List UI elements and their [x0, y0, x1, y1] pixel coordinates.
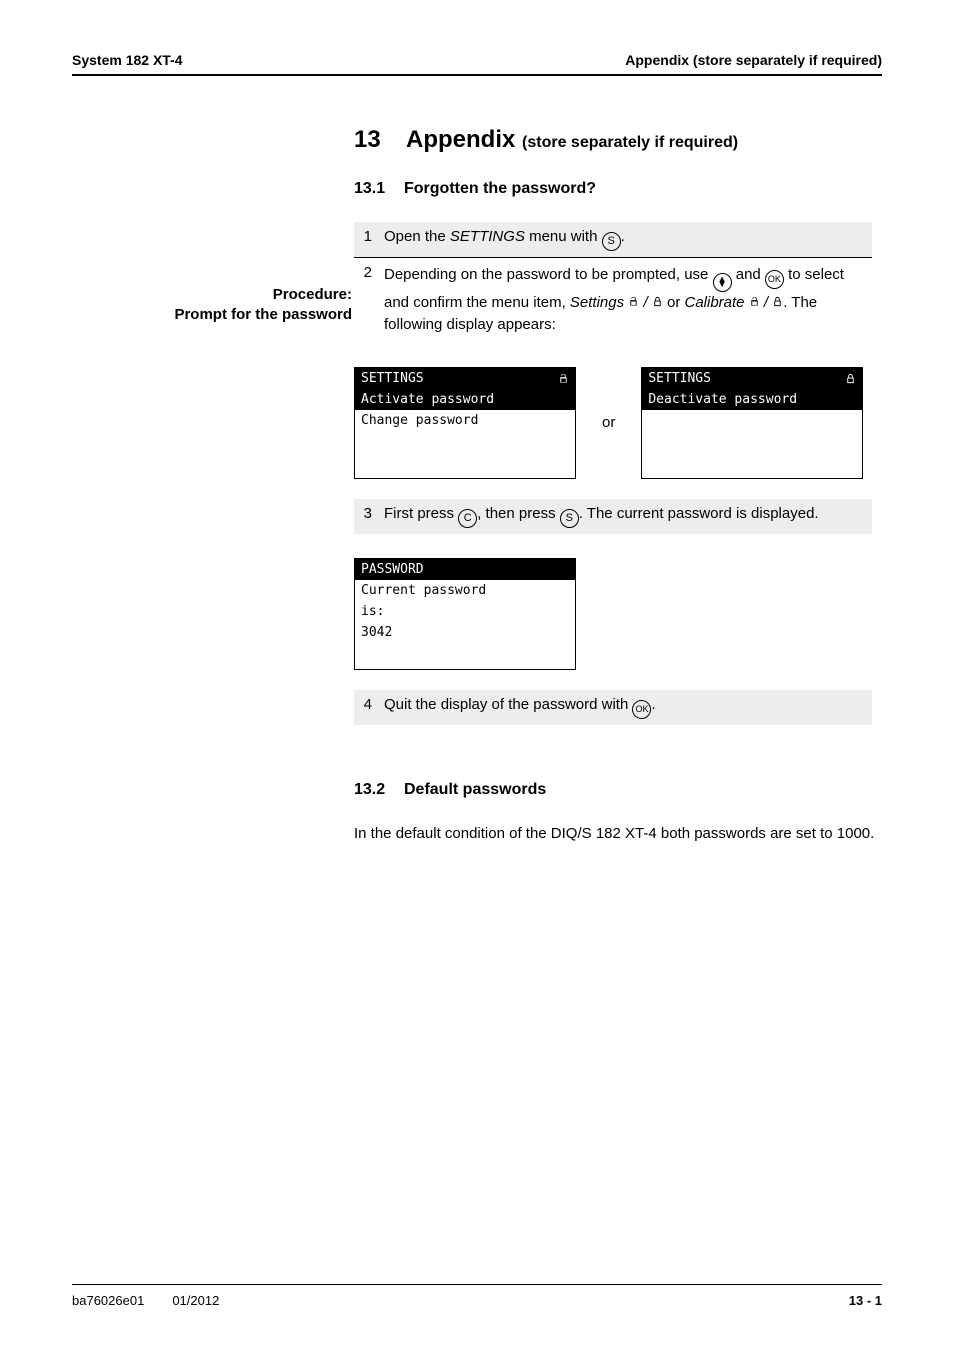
- section-title-2: Default passwords: [404, 781, 546, 798]
- chapter-title: Appendix: [406, 126, 515, 153]
- steps-table-3: 4 Quit the display of the password with …: [354, 690, 872, 725]
- lcd-line: is:: [355, 601, 575, 622]
- lock-closed-icon: [845, 373, 856, 384]
- lcd-line: Current password: [355, 580, 575, 601]
- lcd-title: SETTINGS: [642, 368, 862, 389]
- header-right: Appendix (store separately if required): [625, 52, 882, 68]
- lock-open-icon: [558, 373, 569, 384]
- step-row-1: 1 Open the SETTINGS menu with S.: [354, 222, 872, 258]
- step-number: 4: [354, 690, 384, 725]
- lcd-screen-settings-locked: SETTINGS Deactivate password: [641, 367, 863, 479]
- lcd-line: Change password: [355, 410, 575, 431]
- chapter-suffix: (store separately if required): [522, 134, 738, 151]
- step-row-4: 4 Quit the display of the password with …: [354, 690, 872, 725]
- s-button-icon: S: [602, 232, 621, 251]
- steps-table-2: 3 First press C, then press S. The curre…: [354, 499, 872, 534]
- updown-button-icon: ▲▼: [713, 273, 732, 292]
- chapter-number: 13: [354, 126, 406, 154]
- lcd-screen-settings-unlocked: SETTINGS Activate password Change passwo…: [354, 367, 576, 479]
- margin-label-line2: Prompt for the password: [174, 306, 352, 323]
- lcd-line-selected: Deactivate password: [642, 389, 862, 410]
- steps-table-1: 1 Open the SETTINGS menu with S. 2 Depen…: [354, 222, 872, 343]
- header-left: System 182 XT-4: [72, 52, 183, 68]
- lock-closed-icon: [772, 296, 783, 307]
- lcd-row-2: PASSWORD Current password is: 3042: [354, 558, 882, 670]
- ok-button-icon: OK: [765, 270, 784, 289]
- section-number-1: 13.1: [354, 180, 404, 198]
- footer-left: ba76026e01 01/2012: [72, 1293, 247, 1308]
- c-button-icon: C: [458, 509, 477, 528]
- step-number: 1: [354, 222, 384, 258]
- lock-open-icon: [749, 296, 760, 307]
- section-heading-2: 13.2Default passwords: [354, 781, 882, 799]
- lcd-line: 3042: [355, 622, 575, 643]
- margin-label-line1: Procedure:: [273, 286, 352, 303]
- step-row-3: 3 First press C, then press S. The curre…: [354, 499, 872, 534]
- section-number-2: 13.2: [354, 781, 404, 799]
- s-button-icon: S: [560, 509, 579, 528]
- step-text: Quit the display of the password with OK…: [384, 690, 872, 725]
- page-header: System 182 XT-4 Appendix (store separate…: [72, 52, 882, 76]
- margin-label: Procedure: Prompt for the password: [82, 285, 352, 326]
- step-text: Depending on the password to be prompted…: [384, 258, 872, 343]
- section-heading-1: 13.1Forgotten the password?: [354, 180, 882, 198]
- footer-date: 01/2012: [172, 1293, 219, 1308]
- or-separator: or: [602, 414, 615, 431]
- footer-doc-id: ba76026e01: [72, 1293, 144, 1308]
- lcd-row-1: SETTINGS Activate password Change passwo…: [354, 367, 882, 479]
- chapter-heading: 13Appendix (store separately if required…: [354, 126, 882, 154]
- lcd-title: PASSWORD: [355, 559, 575, 580]
- page-footer: ba76026e01 01/2012 13 - 1: [72, 1284, 882, 1308]
- step-text: Open the SETTINGS menu with S.: [384, 222, 872, 258]
- section-title-1: Forgotten the password?: [404, 180, 596, 197]
- ok-button-icon: OK: [632, 700, 651, 719]
- lcd-title: SETTINGS: [355, 368, 575, 389]
- footer-page-number: 13 - 1: [849, 1293, 882, 1308]
- lcd-screen-password: PASSWORD Current password is: 3042: [354, 558, 576, 670]
- lock-open-icon: [628, 296, 639, 307]
- step-text: First press C, then press S. The current…: [384, 499, 872, 534]
- lcd-line-selected: Activate password: [355, 389, 575, 410]
- body-paragraph: In the default condition of the DIQ/S 18…: [354, 823, 882, 845]
- step-number: 2: [354, 258, 384, 343]
- step-number: 3: [354, 499, 384, 534]
- lock-closed-icon: [652, 296, 663, 307]
- step-row-2: 2 Depending on the password to be prompt…: [354, 258, 872, 343]
